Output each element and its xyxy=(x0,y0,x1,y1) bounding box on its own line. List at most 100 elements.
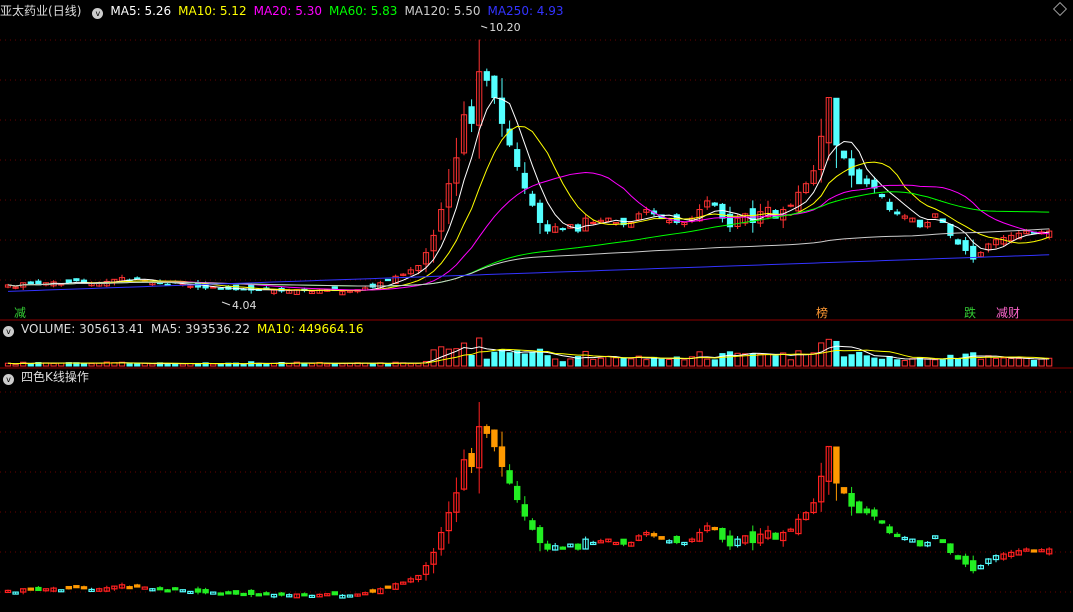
indicator-header: v 四色K线操作 xyxy=(0,368,96,386)
volume-bar xyxy=(88,363,95,367)
volume-bar xyxy=(339,363,346,367)
four-color-candle xyxy=(650,533,658,537)
volume-bar xyxy=(1030,359,1038,367)
volume-bar xyxy=(430,349,437,367)
four-color-candle xyxy=(491,429,498,448)
volume-bar xyxy=(947,354,954,367)
four-color-candle xyxy=(232,590,240,595)
four-color-candle xyxy=(240,592,247,597)
signal-label: 跌 xyxy=(964,306,977,320)
volume-bar xyxy=(149,363,156,367)
volume-bar xyxy=(179,363,186,367)
volume-bar xyxy=(263,363,270,367)
ma20-line xyxy=(7,171,1050,291)
four-color-candle xyxy=(80,586,88,590)
ma10-label: MA10: 5.12 xyxy=(178,4,247,18)
four-color-candle xyxy=(172,587,179,591)
four-color-candle xyxy=(202,589,209,594)
volume-bar xyxy=(567,358,574,367)
volume-bar xyxy=(833,340,840,367)
four-color-candle xyxy=(217,592,224,596)
candle xyxy=(833,97,840,146)
volume-bar xyxy=(772,355,779,367)
settings-icon[interactable]: v xyxy=(92,8,104,19)
signal-label: 榜 xyxy=(816,306,829,320)
candle xyxy=(384,278,392,282)
volume-bar xyxy=(992,357,1000,367)
main-header: 亚太药业(日线) v MA5: 5.26 MA10: 5.12 MA20: 5.30 MA… xyxy=(0,2,571,20)
volume-bar xyxy=(643,359,650,367)
candle xyxy=(559,228,566,231)
volume-bar xyxy=(544,355,551,367)
volume-bar xyxy=(559,361,566,367)
four-color-candle xyxy=(536,527,544,544)
ma10-line xyxy=(7,125,1050,292)
high-pointer xyxy=(481,25,488,29)
volume-bar xyxy=(491,351,498,367)
volume-bar xyxy=(1023,357,1030,367)
four-color-candle xyxy=(35,586,42,592)
volume-bar xyxy=(80,363,88,367)
ma250-line xyxy=(7,254,1050,292)
volume-bar xyxy=(506,352,513,367)
four-color-candle xyxy=(620,538,627,545)
four-color-candle xyxy=(962,555,969,565)
four-color-candle xyxy=(711,526,719,531)
stock-name[interactable]: 亚太药业 xyxy=(0,4,48,18)
volume-bar xyxy=(848,354,855,367)
volume-bar xyxy=(12,363,19,367)
volume-bar xyxy=(711,359,718,367)
volume-bar xyxy=(384,363,392,367)
volume-bar xyxy=(407,363,414,367)
four-color-candle xyxy=(369,589,377,593)
volume-settings-icon[interactable]: v xyxy=(3,326,14,337)
volume-bar xyxy=(498,349,506,367)
candle xyxy=(217,287,224,290)
candle xyxy=(27,281,34,285)
candle xyxy=(483,71,490,81)
volume-bar xyxy=(650,356,658,367)
four-color-candle xyxy=(574,543,582,550)
ma120-line xyxy=(7,228,1050,287)
four-color-candle xyxy=(529,520,536,530)
volume-bar xyxy=(369,363,376,367)
four-color-candle xyxy=(225,591,232,595)
volume-bar xyxy=(802,353,810,367)
volume-bar xyxy=(217,364,224,367)
candle xyxy=(787,204,794,207)
volume-bar xyxy=(818,342,825,367)
volume-header: v VOLUME: 305613.41 MA5: 393536.22 MA10: 44… xyxy=(0,320,371,338)
candle xyxy=(590,221,597,224)
candle xyxy=(521,172,528,189)
volume-bar xyxy=(240,364,247,367)
indicator-settings-icon[interactable]: v xyxy=(3,374,14,385)
four-color-candle xyxy=(483,426,491,434)
candle xyxy=(962,240,969,251)
low-pointer xyxy=(221,301,231,306)
four-color-candle xyxy=(27,587,35,591)
volume-bar xyxy=(901,360,908,367)
ma120-label: MA120: 5.50 xyxy=(404,4,481,18)
candle xyxy=(544,224,551,232)
volume-bar xyxy=(1015,358,1022,367)
four-color-candle xyxy=(156,587,164,591)
volume-bar xyxy=(825,338,832,367)
volume-bar xyxy=(210,363,217,367)
four-color-candle xyxy=(772,532,779,540)
candle xyxy=(514,149,521,167)
volume-bar xyxy=(529,352,536,367)
four-color-candle xyxy=(954,555,962,560)
volume-bar xyxy=(696,351,703,367)
kline-chart[interactable]: 10.20 4.04 xyxy=(0,0,1073,612)
ma5-label: MA5: 5.26 xyxy=(110,4,172,18)
volume-bar xyxy=(552,358,559,367)
four-color-candle xyxy=(498,446,506,467)
volume-bar xyxy=(50,362,57,367)
four-color-candle xyxy=(468,453,475,467)
four-color-candle xyxy=(301,593,308,597)
volume-bar xyxy=(939,359,946,367)
four-color-candle xyxy=(658,536,665,540)
four-color-candle xyxy=(73,585,80,589)
volume-bar xyxy=(970,352,977,367)
volume-bar xyxy=(894,359,901,367)
